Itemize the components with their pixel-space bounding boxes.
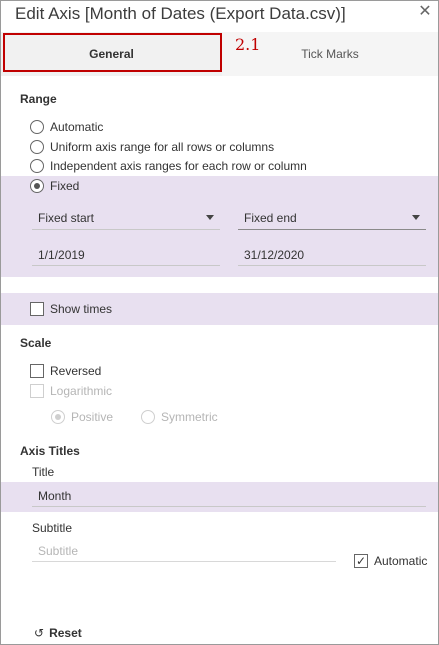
logarithmic-checkbox <box>30 384 44 398</box>
radio-automatic[interactable]: Automatic <box>30 118 103 136</box>
fixed-end-selected: Fixed end <box>244 210 297 225</box>
radio-fixed[interactable]: Fixed <box>30 177 79 195</box>
reset-button[interactable]: ↺ Reset <box>34 626 82 640</box>
show-times-checkbox[interactable] <box>30 302 44 316</box>
fixed-start-dropdown[interactable]: Fixed start <box>32 206 220 230</box>
radio-label: Fixed <box>50 179 80 193</box>
radio-label: Symmetric <box>161 410 218 424</box>
edit-axis-dialog: Edit Axis [Month of Dates (Export Data.c… <box>0 0 439 645</box>
radio-label: Positive <box>71 410 114 424</box>
subtitle-input[interactable]: Subtitle <box>32 540 336 562</box>
close-icon[interactable]: ✕ <box>416 3 434 21</box>
reversed-checkbox-row[interactable]: Reversed <box>30 362 101 380</box>
radio-uniform-range[interactable]: Uniform axis range for all rows or colum… <box>30 138 274 156</box>
annotation-label: 2.1 <box>235 35 261 54</box>
checkbox-label: Automatic <box>374 554 428 568</box>
checkbox-label: Logarithmic <box>50 384 113 398</box>
radio-label: Automatic <box>50 120 104 134</box>
radio-button[interactable] <box>30 159 44 173</box>
undo-icon: ↺ <box>34 626 45 640</box>
show-times-checkbox-row[interactable]: Show times <box>30 300 112 318</box>
radio-positive: Positive <box>51 408 113 426</box>
logarithmic-checkbox-row: Logarithmic <box>30 382 112 400</box>
scale-heading: Scale <box>20 336 52 350</box>
radio-independent-range[interactable]: Independent axis ranges for each row or … <box>30 157 307 175</box>
radio-button[interactable] <box>30 120 44 134</box>
radio-button <box>51 410 65 424</box>
fixed-start-selected: Fixed start <box>38 210 95 225</box>
axis-titles-heading: Axis Titles <box>20 444 80 458</box>
automatic-checkbox-row[interactable]: ✓ Automatic <box>354 552 427 570</box>
chevron-down-icon <box>206 215 214 220</box>
reset-label: Reset <box>49 626 82 640</box>
dialog-title: Edit Axis [Month of Dates (Export Data.c… <box>15 4 346 23</box>
fixed-start-input[interactable]: 1/1/2019 <box>32 244 220 266</box>
fixed-end-input[interactable]: 31/12/2020 <box>238 244 426 266</box>
radio-label: Independent axis ranges for each row or … <box>50 159 307 173</box>
fixed-end-dropdown[interactable]: Fixed end <box>238 206 426 230</box>
radio-symmetric: Symmetric <box>141 408 218 426</box>
dialog-titlebar: Edit Axis [Month of Dates (Export Data.c… <box>1 1 438 31</box>
chevron-down-icon <box>412 215 420 220</box>
title-label: Title <box>32 465 55 479</box>
radio-label: Uniform axis range for all rows or colum… <box>50 140 275 154</box>
checkbox-label: Reversed <box>50 364 102 378</box>
radio-button[interactable] <box>30 179 44 193</box>
radio-button[interactable] <box>30 140 44 154</box>
subtitle-label: Subtitle <box>32 521 73 535</box>
range-heading: Range <box>20 92 57 106</box>
title-input[interactable]: Month <box>32 485 426 507</box>
automatic-checkbox[interactable]: ✓ <box>354 554 368 568</box>
radio-button <box>141 410 155 424</box>
annotation-highlight-box <box>3 33 222 72</box>
checkbox-label: Show times <box>50 302 113 316</box>
reversed-checkbox[interactable] <box>30 364 44 378</box>
